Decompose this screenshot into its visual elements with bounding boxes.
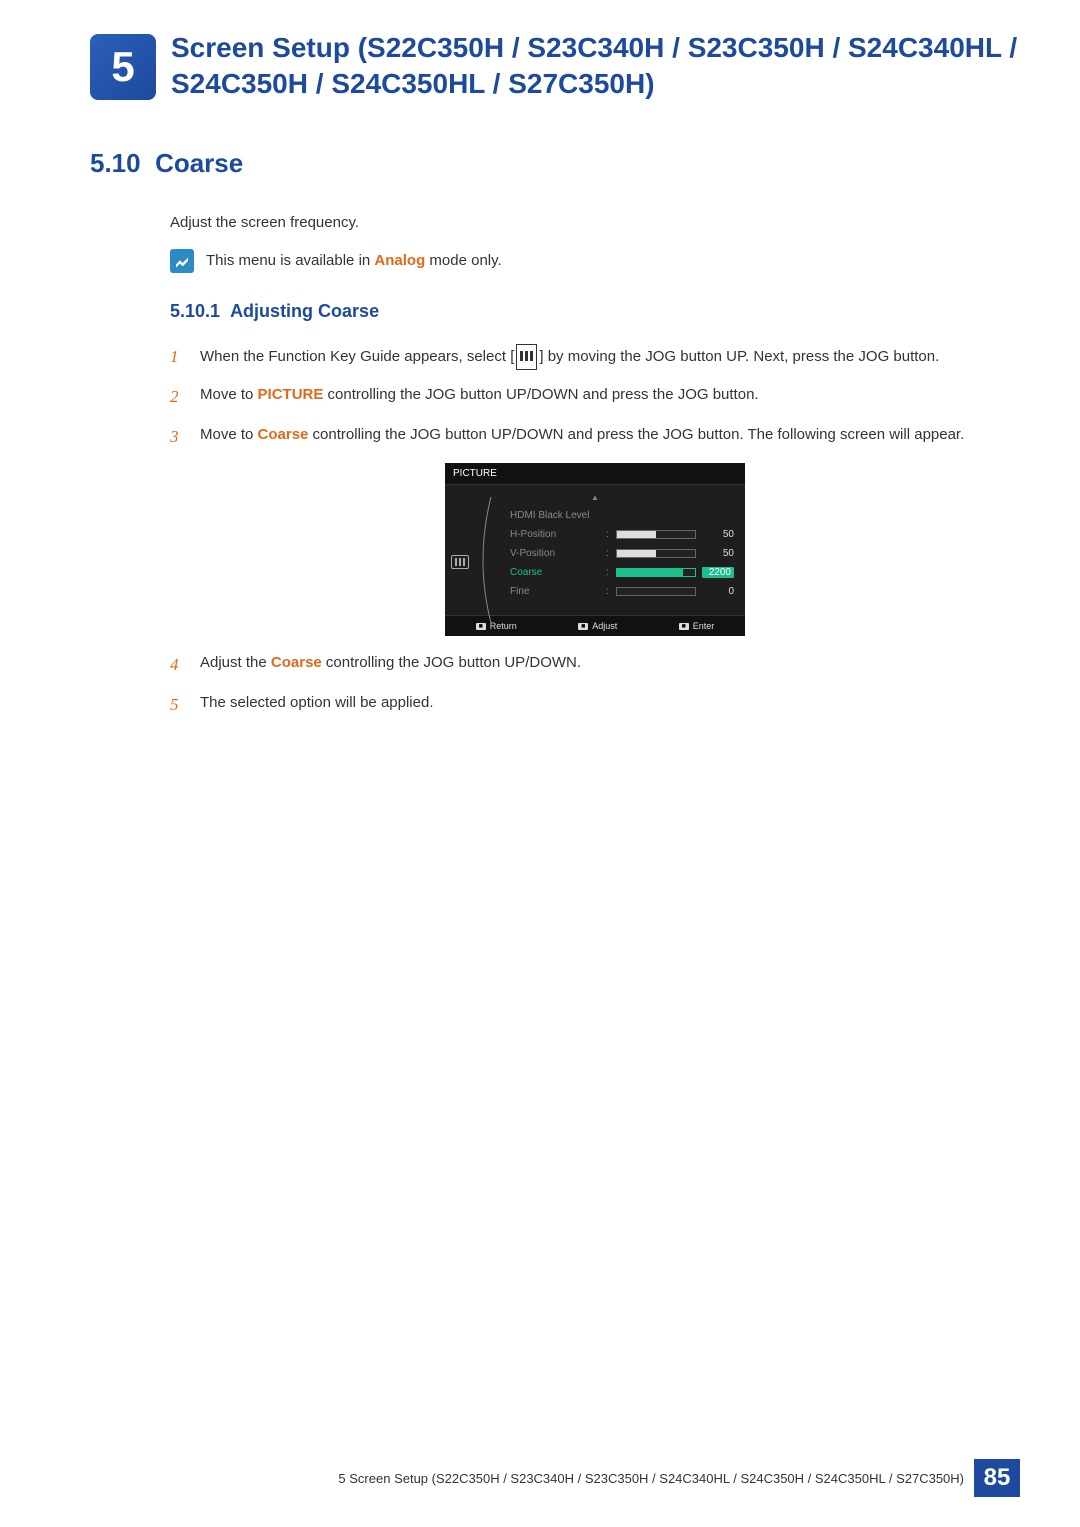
step-2: 2 Move to PICTURE controlling the JOG bu… (170, 384, 1020, 410)
osd-item-label: Fine (510, 586, 600, 597)
section-title: Coarse (155, 148, 243, 178)
osd-key-icon: ■ (679, 623, 689, 630)
osd-value: 0 (702, 586, 734, 597)
step-highlight: Coarse (271, 654, 322, 671)
osd-key-icon: ■ (578, 623, 588, 630)
note-highlight: Analog (374, 252, 425, 269)
step-3: 3 Move to Coarse controlling the JOG but… (170, 424, 1020, 450)
page-footer: 5 Screen Setup (S22C350H / S23C340H / S2… (0, 1459, 1080, 1497)
section-heading: 5.10 Coarse (60, 148, 1020, 179)
osd-category-icon (451, 555, 469, 569)
step-number: 5 (170, 692, 182, 718)
menu-icon (516, 344, 537, 371)
step-5: 5 The selected option will be applied. (170, 692, 1020, 718)
page-number: 85 (974, 1459, 1020, 1497)
section-intro: Adjust the screen frequency. (170, 214, 1020, 231)
step-list: 1 When the Function Key Guide appears, s… (170, 344, 1020, 718)
osd-value: 2200 (702, 567, 734, 578)
note-row: This menu is available in Analog mode on… (170, 249, 1020, 273)
step-number: 4 (170, 652, 182, 678)
step-1: 1 When the Function Key Guide appears, s… (170, 344, 1020, 371)
osd-item: H-Position:50 (510, 525, 740, 544)
osd-footer-item: ■Enter (679, 621, 715, 631)
osd-item: Fine:0 (510, 582, 740, 601)
osd-curve-decoration (477, 497, 505, 623)
subsection-number: 5.10.1 (170, 301, 220, 321)
chapter-title: Screen Setup (S22C350H / S23C340H / S23C… (171, 30, 1020, 103)
osd-value: 50 (702, 548, 734, 559)
osd-item-label: V-Position (510, 548, 600, 559)
osd-slider (616, 568, 696, 577)
osd-footer-item: ■Adjust (578, 621, 617, 631)
step-number: 1 (170, 344, 182, 371)
osd-value: 50 (702, 529, 734, 540)
osd-item: HDMI Black Level (510, 506, 740, 525)
note-text: This menu is available in Analog mode on… (206, 252, 502, 269)
subsection-heading: 5.10.1 Adjusting Coarse (170, 301, 1020, 322)
step-4: 4 Adjust the Coarse controlling the JOG … (170, 652, 1020, 678)
osd-menu: PICTURE ▲ HDMI Black LevelH-Position:50V… (445, 463, 745, 636)
osd-item: Coarse:2200 (510, 563, 740, 582)
subsection-title: Adjusting Coarse (230, 301, 379, 321)
osd-item-label: Coarse (510, 567, 600, 578)
osd-slider (616, 549, 696, 558)
chapter-number-badge: 5 (90, 34, 156, 100)
osd-item-label: H-Position (510, 529, 600, 540)
note-icon (170, 249, 194, 273)
osd-slider (616, 587, 696, 596)
osd-header: PICTURE (445, 463, 745, 485)
section-number: 5.10 (90, 148, 141, 178)
osd-key-icon: ■ (476, 623, 486, 630)
step-number: 2 (170, 384, 182, 410)
footer-text: 5 Screen Setup (S22C350H / S23C340H / S2… (338, 1471, 964, 1486)
osd-slider (616, 530, 696, 539)
step-highlight: PICTURE (258, 386, 324, 403)
osd-item: V-Position:50 (510, 544, 740, 563)
step-highlight: Coarse (258, 426, 309, 443)
osd-item-label: HDMI Black Level (510, 510, 600, 521)
chapter-header: 5 Screen Setup (S22C350H / S23C340H / S2… (60, 30, 1020, 103)
step-number: 3 (170, 424, 182, 450)
